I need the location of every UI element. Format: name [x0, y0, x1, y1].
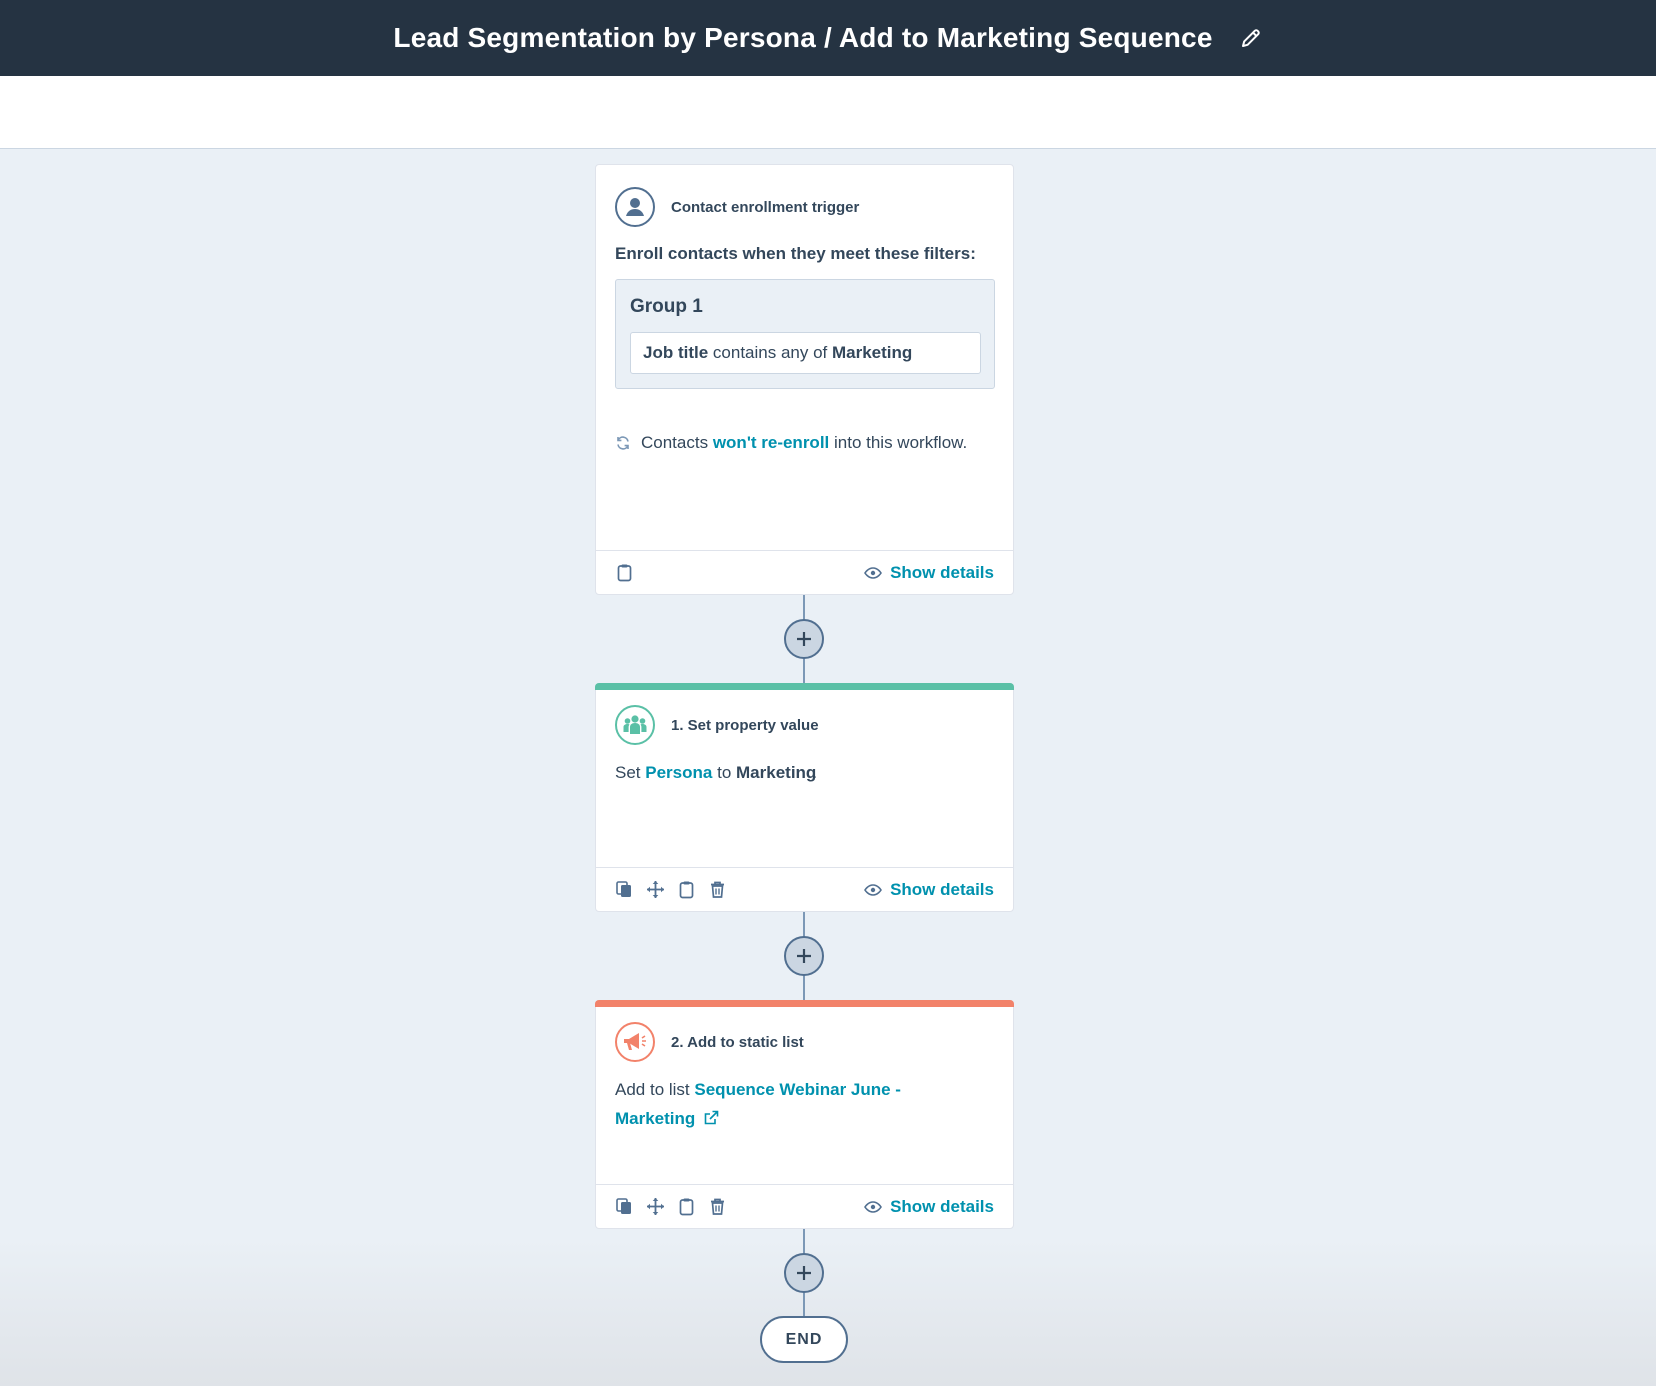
plus-icon [797, 949, 811, 963]
action-summary: Add to list Sequence Webinar June - Mark… [615, 1080, 901, 1128]
action-card-footer: Show details [596, 867, 1013, 911]
eye-icon [864, 883, 883, 896]
eye-icon [864, 1200, 883, 1213]
pencil-icon[interactable] [1239, 26, 1263, 50]
contact-avatar-icon [615, 187, 655, 227]
eye-icon [864, 566, 883, 579]
reenroll-link[interactable]: won't re-enroll [713, 428, 829, 457]
clipboard-icon[interactable] [677, 880, 696, 899]
trash-icon[interactable] [708, 1197, 727, 1216]
show-details-button[interactable]: Show details [864, 880, 994, 900]
megaphone-icon [615, 1022, 655, 1062]
trigger-card-header: Contact enrollment trigger [615, 187, 859, 227]
action-card-set-property[interactable]: 1. Set property value Set Persona to Mar… [595, 683, 1014, 912]
trigger-label: Contact enrollment trigger [671, 198, 860, 216]
action-accent-bar [595, 683, 1014, 690]
clipboard-icon[interactable] [677, 1197, 696, 1216]
refresh-icon [615, 435, 631, 451]
move-icon[interactable] [646, 1197, 665, 1216]
action-accent-bar [595, 1000, 1014, 1007]
property-link[interactable]: Persona [645, 763, 712, 782]
toolbar-area [0, 76, 1656, 149]
show-details-button[interactable]: Show details [864, 563, 994, 583]
reenroll-suffix: into this workflow. [834, 433, 968, 452]
copy-icon[interactable] [615, 1197, 634, 1216]
enrollment-trigger-card[interactable]: Contact enrollment trigger Enroll contac… [595, 164, 1014, 595]
move-icon[interactable] [646, 880, 665, 899]
workflow-title: Lead Segmentation by Persona / Add to Ma… [393, 22, 1213, 53]
external-link-icon [704, 1110, 719, 1125]
filter-group[interactable]: Group 1 Job title contains any of Market… [615, 279, 995, 389]
clipboard-icon[interactable] [615, 563, 634, 582]
add-action-button[interactable] [784, 936, 824, 976]
action-card-footer: Show details [596, 1184, 1013, 1228]
filter-criteria[interactable]: Job title contains any of Marketing [630, 332, 981, 374]
action-card-add-to-list[interactable]: 2. Add to static list Add to list Sequen… [595, 1000, 1014, 1229]
trigger-card-footer: Show details [596, 550, 1013, 594]
reenroll-prefix: Contacts [641, 433, 709, 452]
people-icon [615, 705, 655, 745]
add-action-button[interactable] [784, 1253, 824, 1293]
action-summary: Set Persona to Marketing. [615, 763, 818, 782]
workflow-end-node: END [760, 1316, 848, 1363]
add-action-button[interactable] [784, 619, 824, 659]
filter-value: Marketing [832, 343, 913, 362]
action-card-header: 1. Set property value [615, 705, 819, 745]
reenroll-note: Contacts won't re-enroll into this workf… [615, 428, 994, 457]
trigger-intro: Enroll contacts when they meet these fil… [615, 244, 976, 263]
show-details-button[interactable]: Show details [864, 1197, 994, 1217]
action-card-header: 2. Add to static list [615, 1022, 804, 1062]
action-label: 2. Add to static list [671, 1033, 804, 1051]
filter-property: Job title [643, 343, 709, 362]
copy-icon[interactable] [615, 880, 634, 899]
property-value: Marketing [736, 763, 817, 782]
trash-icon[interactable] [708, 880, 727, 899]
workflow-header: Lead Segmentation by Persona / Add to Ma… [0, 0, 1656, 76]
plus-icon [797, 632, 811, 646]
filter-operator: contains any of [712, 343, 828, 362]
group-title: Group 1 [630, 296, 703, 317]
action-label: 1. Set property value [671, 716, 819, 734]
plus-icon [797, 1266, 811, 1280]
